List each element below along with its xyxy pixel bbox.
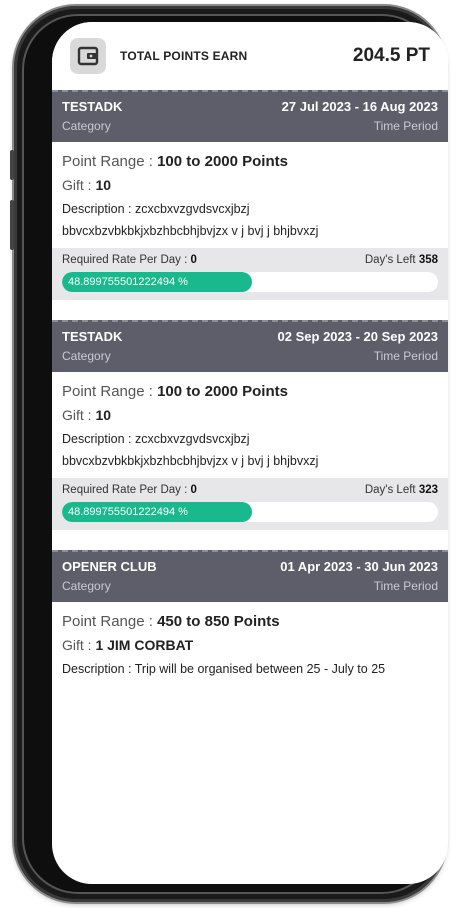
card-dates: 02 Sep 2023 - 20 Sep 2023 [277, 329, 438, 344]
gift: Gift : 10 [62, 407, 112, 423]
points-header: TOTAL POINTS EARN 204.5 PT [52, 22, 448, 90]
description-continued: bbvcxbzvbkbkjxbzhbcbhjbvjzx v j bvj j bh… [62, 454, 319, 468]
point-range: Point Range : 100 to 2000 Points [62, 383, 288, 400]
description: Description : Trip will be organised bet… [62, 662, 386, 676]
days-left: Day's Left 323 [364, 484, 438, 496]
description-continued: bbvcxbzvbkbkjxbzhbcbhjbvjzx v j bvj j bh… [62, 224, 319, 238]
card-body: Point Range : 100 to 2000 Points Gift : … [52, 372, 448, 472]
card-header: TESTADK Category 02 Sep 2023 - 20 Sep 20… [52, 320, 448, 372]
description: Description : zcxcbxvzgvdsvcxjbzj [62, 202, 250, 216]
description: Description : zcxcbxvzgvdsvcxjbzj [62, 432, 250, 446]
app-screen: TOTAL POINTS EARN 204.5 PT TESTADK Categ… [52, 22, 448, 884]
rate-box: Required Rate Per Day : 0 Day's Left 358… [52, 248, 448, 300]
total-points-value: 204.5 PT [352, 45, 430, 66]
required-rate: Required Rate Per Day : 0 [62, 484, 197, 496]
category-label: Category [62, 119, 111, 133]
time-period-label: Time Period [373, 119, 438, 133]
category-label: Category [62, 349, 111, 363]
progress-bar: 48.899755501222494 % [62, 272, 438, 292]
card-header: TESTADK Category 27 Jul 2023 - 16 Aug 20… [52, 90, 448, 142]
card-name: TESTADK [62, 329, 123, 344]
gift: Gift : 1 JIM CORBAT [62, 637, 194, 653]
rate-box: Required Rate Per Day : 0 Day's Left 323… [52, 478, 448, 530]
category-label: Category [62, 579, 111, 593]
reward-card[interactable]: TESTADK Category 02 Sep 2023 - 20 Sep 20… [52, 320, 448, 530]
point-range: Point Range : 450 to 850 Points [62, 613, 280, 630]
time-period-label: Time Period [373, 579, 438, 593]
card-dates: 01 Apr 2023 - 30 Jun 2023 [280, 559, 438, 574]
card-body: Point Range : 100 to 2000 Points Gift : … [52, 142, 448, 242]
card-name: TESTADK [62, 99, 123, 114]
progress-fill: 48.899755501222494 % [62, 272, 252, 292]
card-dates: 27 Jul 2023 - 16 Aug 2023 [281, 99, 438, 114]
phone-side-button [10, 150, 14, 180]
reward-card[interactable]: OPENER CLUB Category 01 Apr 2023 - 30 Ju… [52, 550, 448, 680]
phone-side-button [10, 200, 14, 250]
card-name: OPENER CLUB [62, 559, 157, 574]
reward-card[interactable]: TESTADK Category 27 Jul 2023 - 16 Aug 20… [52, 90, 448, 300]
card-header: OPENER CLUB Category 01 Apr 2023 - 30 Ju… [52, 550, 448, 602]
time-period-label: Time Period [373, 349, 438, 363]
progress-bar: 48.899755501222494 % [62, 502, 438, 522]
days-left: Day's Left 358 [364, 254, 438, 266]
card-body: Point Range : 450 to 850 Points Gift : 1… [52, 602, 448, 680]
wallet-icon[interactable] [70, 38, 106, 74]
gift: Gift : 10 [62, 177, 112, 193]
required-rate: Required Rate Per Day : 0 [62, 254, 197, 266]
total-points-label: TOTAL POINTS EARN [120, 49, 248, 63]
point-range: Point Range : 100 to 2000 Points [62, 153, 288, 170]
progress-fill: 48.899755501222494 % [62, 502, 252, 522]
